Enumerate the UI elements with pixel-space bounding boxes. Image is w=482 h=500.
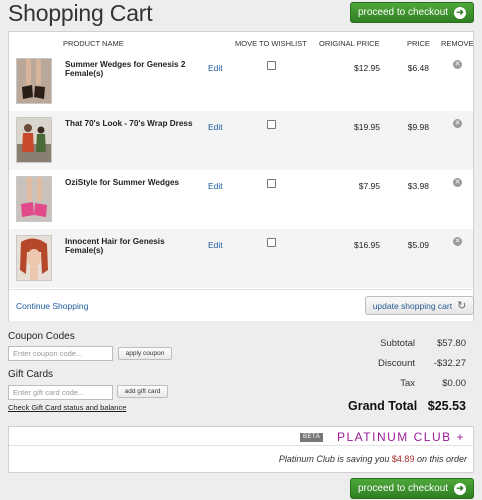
edit-link[interactable]: Edit bbox=[208, 240, 223, 250]
original-price: $19.95 bbox=[354, 122, 380, 132]
platinum-club-savings: Platinum Club is saving you $4.89 on thi… bbox=[279, 454, 467, 464]
product-thumbnail[interactable] bbox=[16, 235, 52, 281]
cart-footer: Continue Shopping update shopping cart ↻ bbox=[9, 289, 474, 321]
cart-row: That 70's Look - 70's Wrap Dress Edit $1… bbox=[9, 111, 473, 170]
arrow-right-icon: ➜ bbox=[454, 482, 467, 495]
remove-icon[interactable]: ✕ bbox=[453, 119, 462, 128]
move-to-wishlist-checkbox[interactable] bbox=[267, 238, 276, 247]
update-cart-button[interactable]: update shopping cart ↻ bbox=[365, 296, 474, 315]
remove-icon[interactable]: ✕ bbox=[453, 60, 462, 69]
beta-badge: BETA bbox=[300, 433, 324, 442]
grand-total-value: $25.53 bbox=[427, 399, 466, 413]
platinum-club-banner: BETA PLATINUM CLUB + bbox=[9, 427, 473, 446]
header-product: PRODUCT NAME bbox=[63, 39, 124, 48]
move-to-wishlist-checkbox[interactable] bbox=[267, 61, 276, 70]
original-price: $7.95 bbox=[358, 181, 380, 191]
subtotal-value: $57.80 bbox=[436, 338, 466, 349]
product-thumbnail[interactable] bbox=[16, 176, 52, 222]
move-to-wishlist-checkbox[interactable] bbox=[267, 120, 276, 129]
gift-card-input[interactable]: Enter gift card code... bbox=[8, 385, 113, 400]
cart-row: OziStyle for Summer Wedges Edit $7.95 $3… bbox=[9, 170, 473, 229]
product-name[interactable]: That 70's Look - 70's Wrap Dress bbox=[65, 119, 203, 128]
cart-row: Summer Wedges for Genesis 2 Female(s) Ed… bbox=[9, 52, 473, 111]
header-remove: REMOVE bbox=[441, 39, 474, 48]
update-cart-label: update shopping cart bbox=[372, 300, 453, 311]
coupon-input[interactable]: Enter coupon code... bbox=[8, 346, 113, 361]
edit-link[interactable]: Edit bbox=[208, 122, 223, 132]
coupon-label: Coupon Codes bbox=[8, 331, 75, 342]
check-gift-card-link[interactable]: Check Gift Card status and balance bbox=[8, 403, 126, 412]
price: $5.09 bbox=[407, 240, 429, 250]
subtotal-label: Subtotal bbox=[380, 338, 415, 349]
remove-icon[interactable]: ✕ bbox=[453, 178, 462, 187]
cart-header: PRODUCT NAME MOVE TO WISHLIST ORIGINAL P… bbox=[9, 32, 474, 52]
cart-table: PRODUCT NAME MOVE TO WISHLIST ORIGINAL P… bbox=[8, 31, 474, 321]
edit-link[interactable]: Edit bbox=[208, 63, 223, 73]
apply-coupon-button[interactable]: apply coupon bbox=[118, 347, 172, 360]
price: $6.48 bbox=[407, 63, 429, 73]
savings-amount: $4.89 bbox=[391, 454, 415, 464]
page-title: Shopping Cart bbox=[8, 0, 153, 26]
product-name[interactable]: OziStyle for Summer Wedges bbox=[65, 178, 203, 187]
arrow-right-icon: ➜ bbox=[454, 6, 467, 19]
tax-value: $0.00 bbox=[442, 378, 466, 389]
add-gift-card-button[interactable]: add gift card bbox=[117, 385, 168, 398]
header-original-price: ORIGINAL PRICE bbox=[319, 39, 380, 48]
product-name[interactable]: Summer Wedges for Genesis 2 Female(s) bbox=[65, 60, 203, 79]
product-thumbnail[interactable] bbox=[16, 58, 52, 104]
discount-label: Discount bbox=[378, 358, 415, 369]
remove-icon[interactable]: ✕ bbox=[453, 237, 462, 246]
continue-shopping-link[interactable]: Continue Shopping bbox=[16, 301, 88, 311]
refresh-icon: ↻ bbox=[457, 300, 467, 312]
edit-link[interactable]: Edit bbox=[208, 181, 223, 191]
price: $3.98 bbox=[407, 181, 429, 191]
original-price: $12.95 bbox=[354, 63, 380, 73]
savings-suffix: on this order bbox=[416, 454, 467, 464]
gift-card-label: Gift Cards bbox=[8, 369, 54, 380]
proceed-to-checkout-button-bottom[interactable]: proceed to checkout ➜ bbox=[350, 478, 474, 499]
price: $9.98 bbox=[407, 122, 429, 132]
header-wishlist: MOVE TO WISHLIST bbox=[235, 39, 307, 48]
checkout-label: proceed to checkout bbox=[357, 483, 449, 494]
platinum-club-logo[interactable]: PLATINUM CLUB + bbox=[337, 430, 465, 444]
tax-label: Tax bbox=[400, 378, 415, 389]
product-thumbnail[interactable] bbox=[16, 117, 52, 163]
move-to-wishlist-checkbox[interactable] bbox=[267, 179, 276, 188]
header-price: PRICE bbox=[407, 39, 430, 48]
discount-value: -$32.27 bbox=[433, 358, 466, 369]
checkout-label: proceed to checkout bbox=[357, 7, 449, 18]
savings-prefix: Platinum Club is saving you bbox=[278, 454, 390, 464]
platinum-club-panel: BETA PLATINUM CLUB + Platinum Club is sa… bbox=[8, 426, 474, 473]
cart-row: Innocent Hair for Genesis Female(s) Edit… bbox=[9, 229, 473, 288]
proceed-to-checkout-button-top[interactable]: proceed to checkout ➜ bbox=[350, 2, 474, 23]
product-name[interactable]: Innocent Hair for Genesis Female(s) bbox=[65, 237, 203, 256]
original-price: $16.95 bbox=[354, 240, 380, 250]
